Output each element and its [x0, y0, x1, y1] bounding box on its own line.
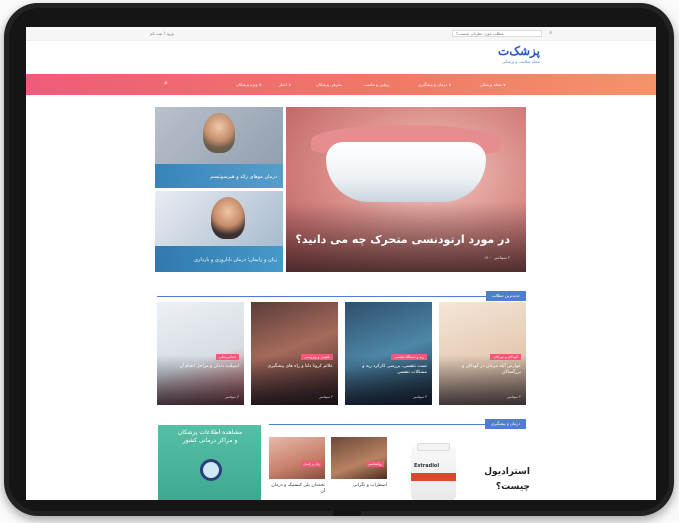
doctor-photo	[203, 113, 235, 153]
hero-top-caption[interactable]: درمان موهای زائد و هیرسوتیسم	[210, 174, 277, 180]
search-icon[interactable]: ⌕	[549, 30, 552, 36]
search-input[interactable]: مطلب مورد نظرتان چیست؟	[452, 30, 542, 37]
login-link[interactable]: ورود / ثبت نام	[150, 31, 174, 36]
treatment-card-image[interactable]: زنان و زایمان	[269, 437, 325, 479]
banner-line-2: و مراکز درمانی کشور	[182, 437, 238, 444]
latest-section-title[interactable]: جدیدترین مطالب	[485, 291, 526, 301]
magnifier-icon	[200, 459, 222, 481]
latest-card[interactable]: دندانپزشکی ایمپلنت دندان و مراحل انجام آ…	[157, 302, 244, 405]
top-bar: ورود / ثبت نام مطلب مورد نظرتان چیست؟ ⌕	[26, 27, 656, 41]
latest-card[interactable]: عفونی و ویروسی علائم کرونا دلتا و راه ها…	[251, 302, 338, 405]
hero-image-aligner	[326, 142, 486, 202]
nav-item-treatment[interactable]: درمان و پیشگیری ∨	[418, 82, 451, 87]
card-title[interactable]: ایمپلنت دندان و مراحل انجام آن	[161, 364, 239, 370]
nav-item-beauty[interactable]: زیبایی و تناسب	[364, 82, 389, 87]
nav-item-for-doctors[interactable]: ویژه پزشکان ∨	[236, 82, 262, 87]
medicine-bottle-image[interactable]: Estradiol	[411, 443, 456, 500]
latest-section-header: جدیدترین مطالب	[157, 291, 526, 301]
tablet-home-indicator	[333, 510, 361, 516]
nav-item-doctors[interactable]: معرفی پزشکان	[316, 82, 342, 87]
card-category-badge[interactable]: عفونی و ویروسی	[301, 354, 333, 360]
hero-main-date: ۲ سپتامبر ۱۴۰۰	[484, 255, 510, 260]
card-date: ۴ سپتامبر	[507, 395, 521, 399]
treatment-card-title[interactable]: اضطراب و نگرانی	[331, 483, 387, 489]
nav-item-news[interactable]: اخبار ∨	[279, 82, 291, 87]
nav-item-magazine[interactable]: مجله پزشکی ∨	[480, 82, 506, 87]
site-logo[interactable]: پزشک‌ت مجله سلامت و پزشکی	[492, 43, 541, 77]
main-navigation: مجله پزشکی ∨ درمان و پیشگیری ∨ زیبایی و …	[26, 74, 656, 95]
card-title[interactable]: تست تنفسی، بررسی کارکرد ریه و مشکلات تنف…	[349, 364, 427, 376]
card-title[interactable]: عوارض آبله مرغان در کودکان و بزرگسالان	[443, 364, 521, 376]
hero-main-title[interactable]: در مورد ارتودنسی متحرک چه می دانید؟	[295, 233, 510, 246]
card-date: ۴ سپتامبر	[413, 395, 427, 399]
hero-side-post-top[interactable]: درمان موهای زائد و هیرسوتیسم	[155, 107, 283, 188]
card-category-badge[interactable]: زنان و زایمان	[301, 461, 322, 467]
nav-search-icon[interactable]: ⌕	[164, 79, 168, 88]
treatment-section-title[interactable]: درمان و پیشگیری	[484, 419, 526, 429]
bottle-brand: Estradiol	[414, 463, 440, 469]
hero-main-post[interactable]: در مورد ارتودنسی متحرک چه می دانید؟ ۲ سپ…	[286, 107, 526, 272]
doctor-photo	[211, 197, 245, 239]
card-title[interactable]: علائم کرونا دلتا و راه های پیشگیری	[255, 364, 333, 370]
doctors-directory-banner[interactable]: مشاهده اطلاعات پزشکان و مراکز درمانی کشو…	[158, 425, 261, 500]
card-date: ۳ سپتامبر	[225, 395, 239, 399]
logo-mark: پزشک‌ت	[497, 44, 541, 58]
banner-line-1: مشاهده اطلاعات پزشکان	[177, 429, 243, 436]
hero-side-post-bottom[interactable]: زنان و زایمان؛ درمان ناباروری و بارداری	[155, 191, 283, 272]
treatment-card-title[interactable]: تخمدان پلی کیستیک و درمان آن	[269, 483, 325, 495]
hero-bottom-caption[interactable]: زنان و زایمان؛ درمان ناباروری و بارداری	[194, 257, 277, 263]
card-category-badge[interactable]: کودکان و نوزادان	[490, 354, 521, 360]
section-divider	[157, 296, 526, 297]
treatment-section-header: درمان و پیشگیری	[269, 419, 526, 429]
card-category-badge[interactable]: دندانپزشکی	[215, 354, 239, 360]
latest-card[interactable]: کودکان و نوزادان عوارض آبله مرغان در کود…	[439, 302, 526, 405]
bottle-stripe	[411, 473, 456, 481]
logo-tagline: مجله سلامت و پزشکی	[502, 59, 540, 64]
bottle-cap	[417, 443, 450, 451]
card-category-badge[interactable]: روانشناسی	[365, 461, 384, 467]
card-category-badge[interactable]: ریه و دستگاه تنفسی	[391, 354, 427, 360]
featured-article-title[interactable]: استرادیول چیست؟	[474, 465, 530, 495]
treatment-card-image[interactable]: روانشناسی	[331, 437, 387, 479]
latest-card[interactable]: ریه و دستگاه تنفسی تست تنفسی، بررسی کارک…	[345, 302, 432, 405]
photo-background: ورود / ثبت نام مطلب مورد نظرتان چیست؟ ⌕ …	[0, 0, 679, 523]
website-screen: ورود / ثبت نام مطلب مورد نظرتان چیست؟ ⌕ …	[26, 27, 656, 500]
card-date: ۴ سپتامبر	[319, 395, 333, 399]
